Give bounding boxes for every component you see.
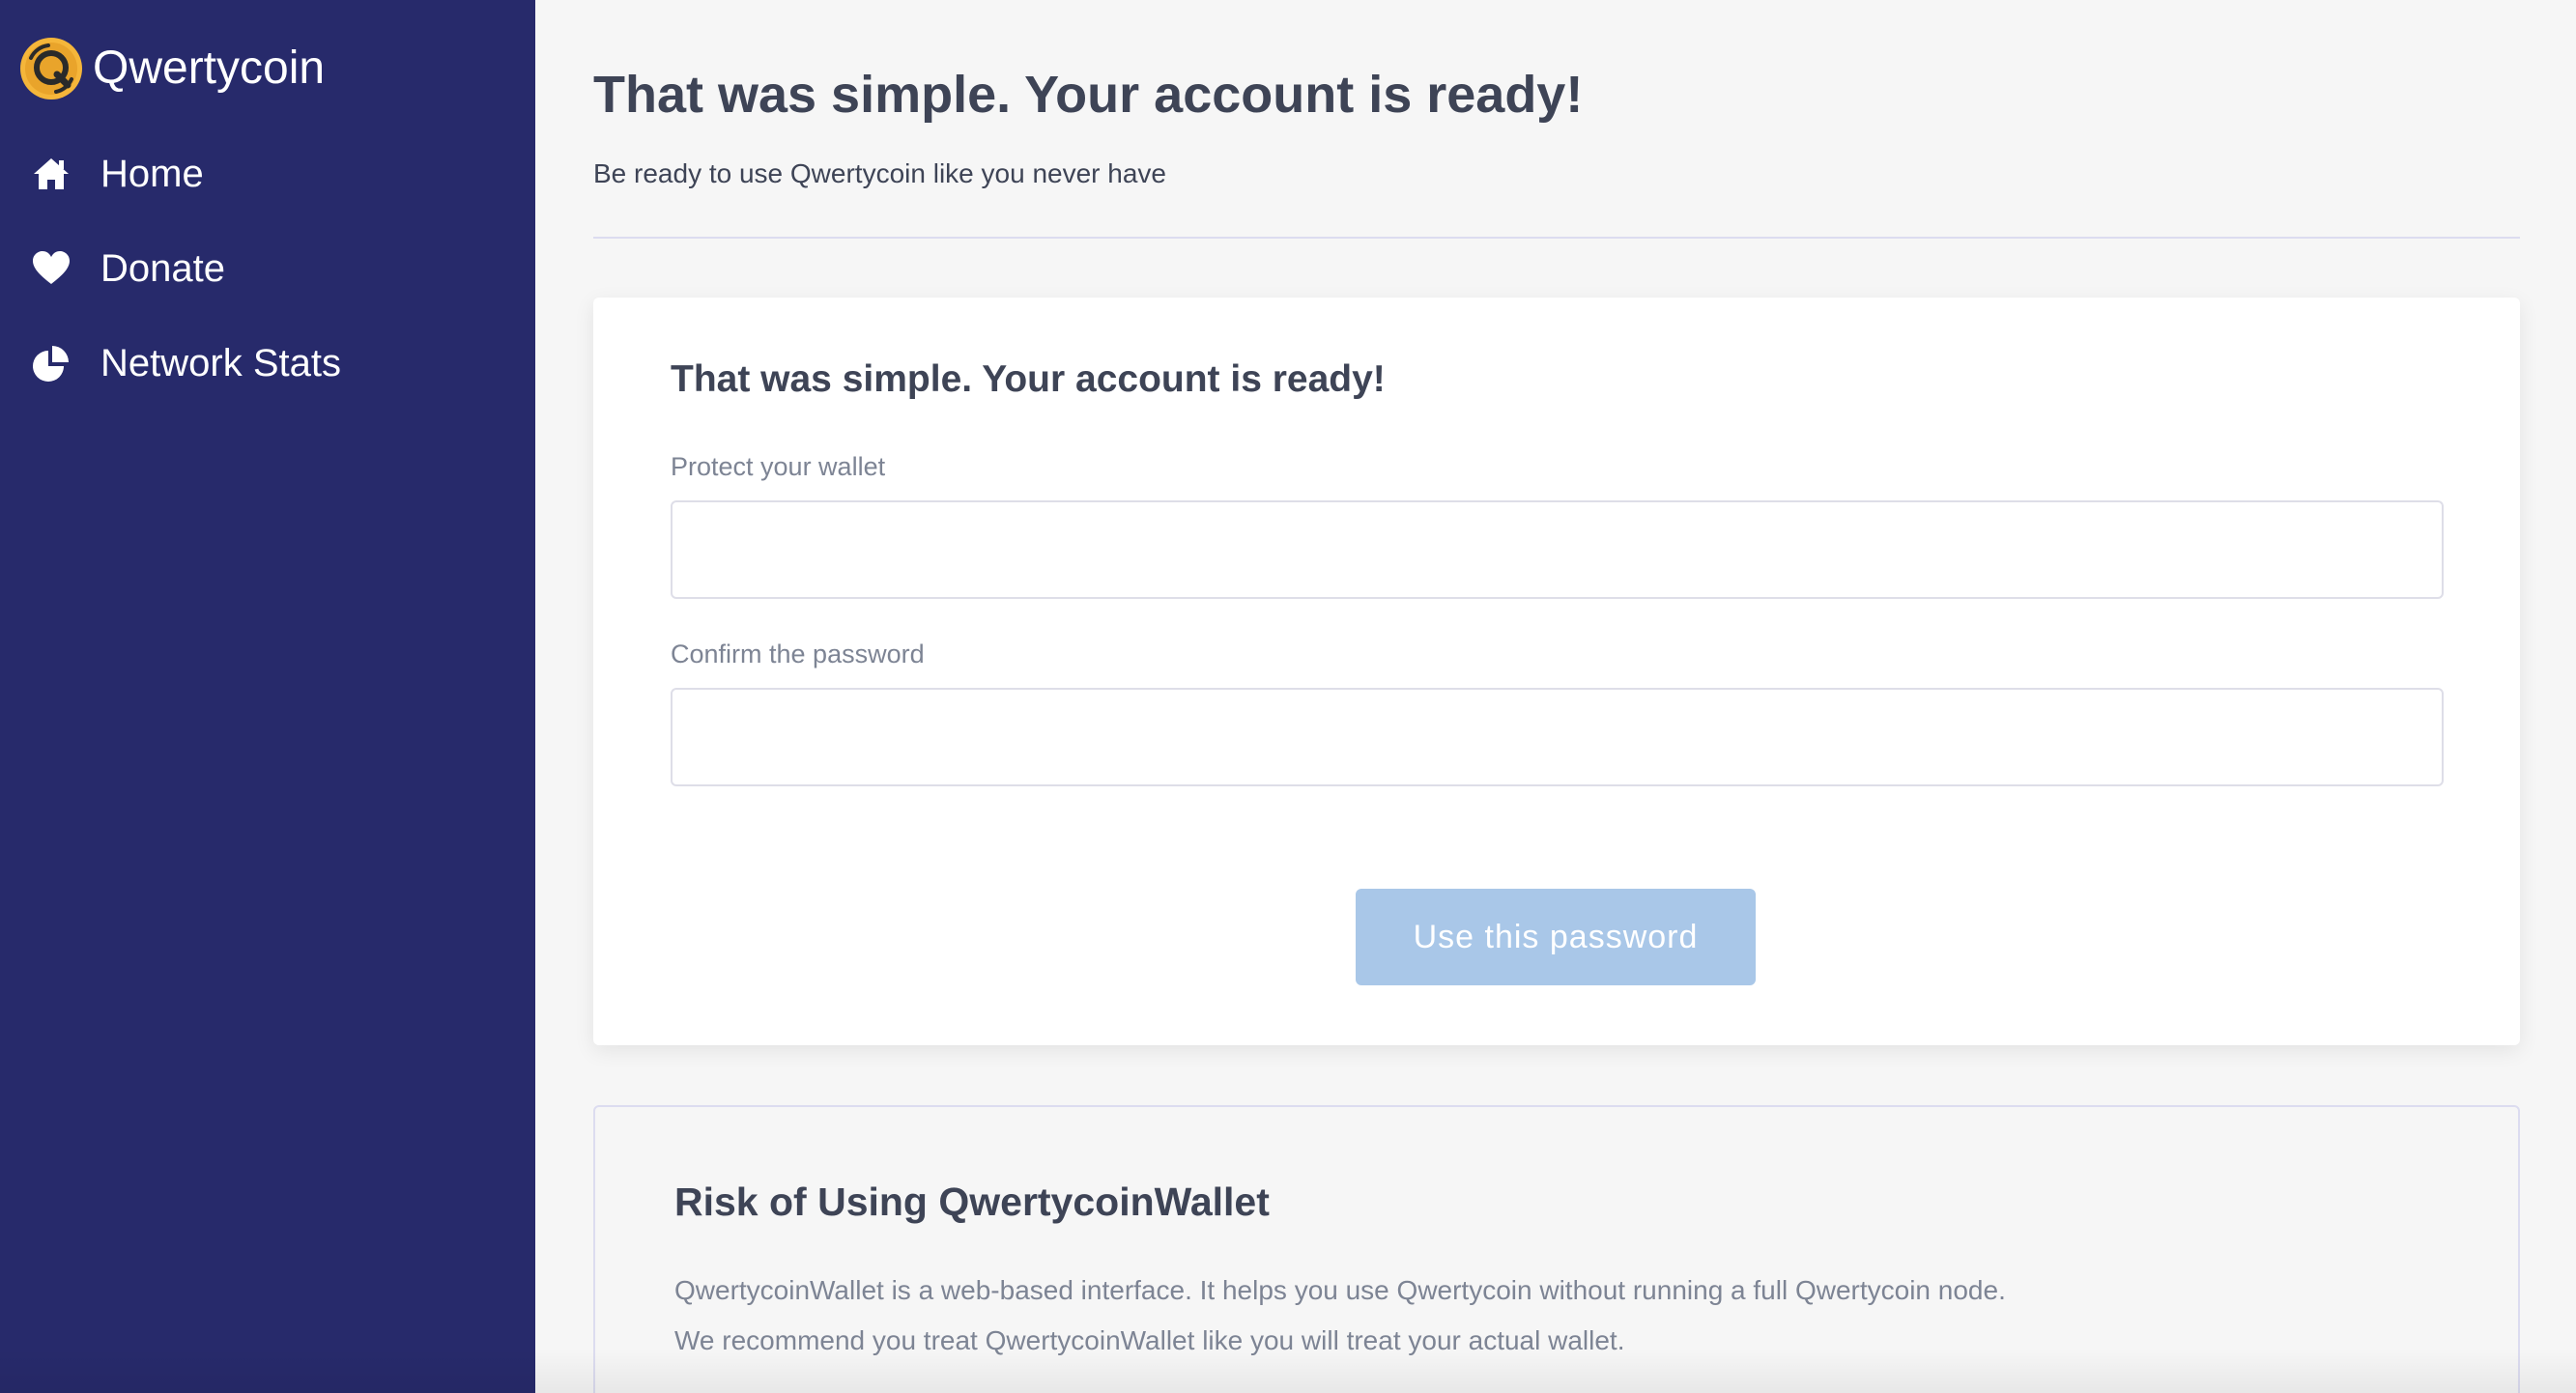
sidebar-item-label: Network Stats (100, 342, 341, 384)
brand[interactable]: Qwertycoin (19, 37, 325, 100)
use-password-button[interactable]: Use this password (1356, 889, 1756, 985)
brand-name: Qwertycoin (93, 43, 326, 94)
risk-text-line: We recommend you treat QwertycoinWallet … (674, 1325, 1625, 1355)
sidebar: Qwertycoin Home Donate Network Stats (0, 0, 535, 1393)
main-content: That was simple. Your account is ready! … (535, 0, 2576, 1393)
heart-icon (33, 251, 70, 284)
protect-wallet-label: Protect your wallet (671, 452, 886, 481)
sidebar-item-network-stats[interactable]: Network Stats (31, 333, 341, 393)
confirm-password-input[interactable] (671, 688, 2444, 786)
password-input[interactable] (671, 500, 2444, 599)
home-icon (34, 158, 69, 189)
risk-text-line: QwertycoinWallet is a web-based interfac… (674, 1275, 2006, 1305)
page-subtitle: Be ready to use Qwertycoin like you neve… (593, 158, 1166, 188)
password-card: That was simple. Your account is ready! … (593, 298, 2520, 1045)
sidebar-item-donate[interactable]: Donate (31, 239, 225, 298)
card-title: That was simple. Your account is ready! (671, 358, 1386, 400)
risk-title: Risk of Using QwertycoinWallet (674, 1180, 1270, 1224)
sidebar-item-label: Donate (100, 247, 225, 290)
page-title: That was simple. Your account is ready! (593, 66, 1584, 124)
divider (593, 237, 2520, 239)
risk-card: Risk of Using QwertycoinWallet Qwertycoi… (593, 1105, 2520, 1393)
sidebar-item-home[interactable]: Home (31, 144, 204, 204)
qwertycoin-logo-icon (20, 38, 82, 100)
app-window: Qwertycoin Home Donate Network Stats Tha… (0, 0, 2576, 1393)
sidebar-item-label: Home (100, 153, 204, 195)
confirm-password-label: Confirm the password (671, 640, 925, 668)
pie-chart-icon (33, 346, 69, 382)
